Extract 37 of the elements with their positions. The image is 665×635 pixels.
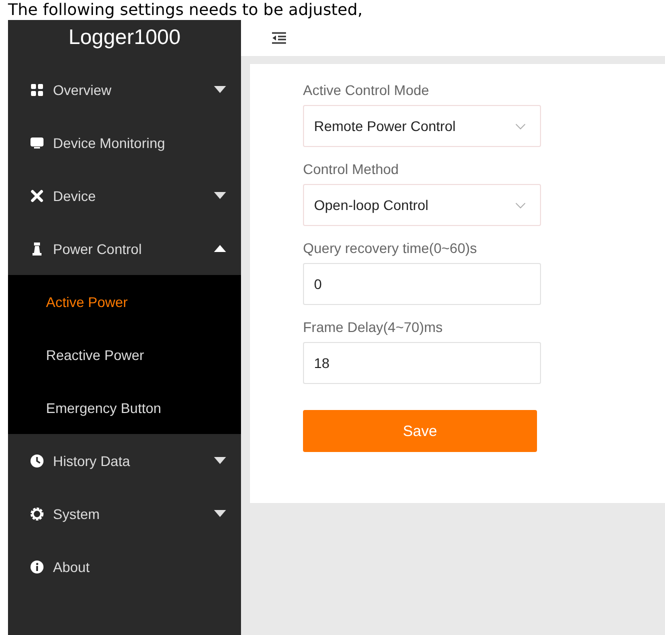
submenu-item[interactable]: Emergency Button [8,381,241,434]
tower-icon [30,242,44,256]
sidebar-item[interactable]: History Data [8,434,241,487]
menu-label: History Data [53,452,132,468]
field-label: Frame Delay(4~70)ms [303,319,444,335]
menu-label: System [53,506,101,522]
input-field[interactable]: 18 [303,342,541,384]
gear-icon [30,506,44,520]
chevron-down-icon [515,202,526,208]
caption-text: The following settings needs to be adjusted, [8,0,363,20]
cross-icon [30,188,44,202]
menu-label: Device Monitoring [53,134,166,150]
chevron-down-icon [515,122,526,130]
field-label: Control Method [303,161,400,177]
monitor-icon [30,136,44,150]
menu-label: Device [53,188,97,204]
sidebar-item[interactable]: Overview [8,63,241,116]
grid-icon [30,82,44,96]
menu-label: About [53,558,91,574]
submenu-item[interactable]: Reactive Power [8,328,241,381]
sidebar-item[interactable]: Device [8,169,241,222]
sidebar-item[interactable]: About [8,540,241,593]
sidebar-item[interactable]: Power Control [8,222,241,275]
menu-label: Power Control [53,240,143,256]
field-label: Query recovery time(0~60)s [303,240,478,256]
sidebar-item[interactable]: Device Monitoring [8,116,241,169]
app-title: Logger1000 [67,24,182,50]
select-field[interactable]: Remote Power Control [303,105,541,147]
select-field[interactable]: Open-loop Control [303,184,541,226]
input-field[interactable]: 0 [303,263,541,305]
info-icon [30,560,44,574]
clock-icon [30,454,44,468]
field-label: Active Control Mode [303,82,430,98]
menu-label: Overview [53,82,112,98]
menu-icon[interactable] [271,32,287,44]
sidebar-item[interactable]: System [8,487,241,540]
submenu-item[interactable]: Active Power [8,275,241,328]
